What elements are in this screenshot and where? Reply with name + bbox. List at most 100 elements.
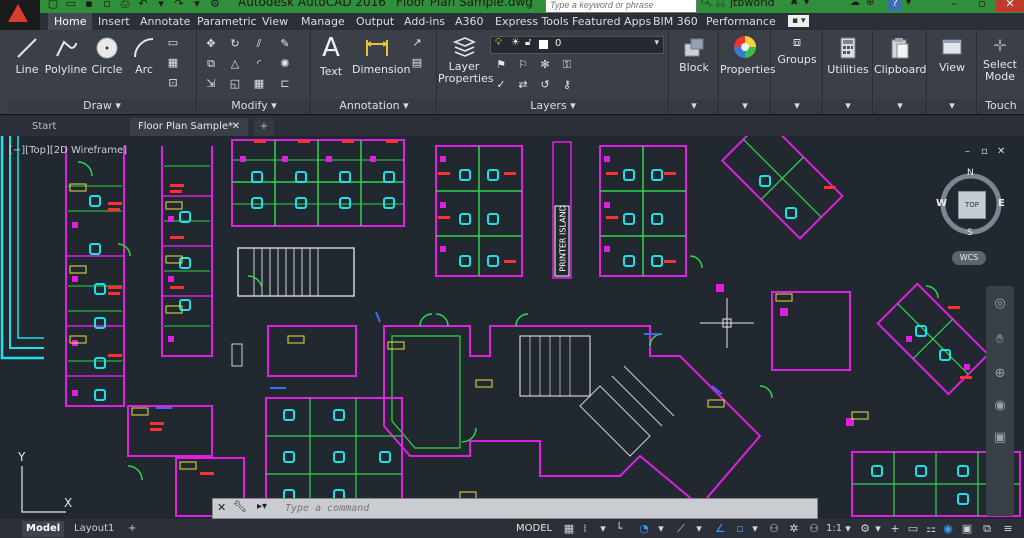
quick-properties-icon[interactable]: ⚏ (924, 521, 938, 537)
offset-icon[interactable]: ⊏ (278, 77, 292, 91)
workspace-icon[interactable]: ⚙ (208, 0, 222, 11)
osnap-dropdown-icon[interactable]: ▾ (748, 521, 762, 537)
minimize-button[interactable]: – (940, 0, 968, 12)
isolate-objects-icon[interactable]: ◉ (940, 521, 956, 537)
utilities-tool[interactable]: Utilities (824, 36, 872, 76)
copy-icon[interactable]: ⧉ (204, 57, 218, 71)
trim-icon[interactable]: ⫽ (252, 37, 266, 51)
match-layer-icon[interactable]: ⇄ (516, 78, 530, 92)
viewcube-north[interactable]: N (967, 168, 974, 178)
rotate-icon[interactable]: ↻ (228, 37, 242, 51)
polar-tracking-icon[interactable]: ◔ (636, 521, 652, 537)
set-current-icon[interactable]: ✓ (494, 78, 508, 92)
viewport-restore-icon[interactable]: ▫ (981, 146, 988, 157)
select-mode-tool[interactable]: ✛ Select Mode (978, 36, 1022, 83)
object-snap-tracking-icon[interactable]: ∠ (712, 521, 728, 537)
workspace-dropdown-icon[interactable]: ▾ (872, 521, 884, 537)
command-input[interactable] (283, 501, 807, 516)
model-space-button[interactable]: MODEL (516, 521, 552, 537)
isodraft-icon[interactable]: ⟋ (674, 521, 688, 537)
utilities-panel-arrow-icon[interactable]: ▾ (824, 99, 872, 113)
search-input[interactable] (546, 0, 694, 11)
annotation-autoscale-icon[interactable]: ✲ (786, 521, 802, 537)
groups-tool[interactable]: ⧈ Groups (772, 36, 822, 67)
orbit-icon[interactable]: ◉ (986, 398, 1014, 413)
move-icon[interactable]: ✥ (204, 37, 218, 51)
help-button[interactable]: ? (888, 0, 902, 11)
layer-properties-tool[interactable]: Layer Properties (438, 36, 494, 85)
new-file-icon[interactable]: ▢ (46, 0, 60, 11)
viewcube-west[interactable]: W (936, 198, 947, 209)
annotation-monitor-icon[interactable]: + (888, 521, 902, 537)
snap-dropdown-icon[interactable]: ▾ (596, 521, 610, 537)
units-icon[interactable]: ▭ (906, 521, 920, 537)
new-layout-button[interactable]: + (128, 521, 136, 537)
zoom-extents-icon[interactable]: ⊕ (986, 366, 1014, 381)
tab-add-ins[interactable]: Add-ins (404, 13, 445, 30)
viewcube-east[interactable]: E (998, 198, 1005, 209)
groups-panel-arrow-icon[interactable]: ▾ (772, 99, 822, 113)
clipboard-tool[interactable]: Clipboard (874, 36, 927, 76)
clipboard-panel-arrow-icon[interactable]: ▾ (874, 99, 926, 113)
erase-icon[interactable]: ✎ (278, 37, 292, 51)
block-panel-arrow-icon[interactable]: ▾ (670, 99, 718, 113)
viewcube-south[interactable]: S (967, 228, 973, 238)
viewport-controls-label[interactable]: [−][Top][2D Wireframe] (9, 145, 127, 156)
view-tool[interactable]: View (928, 36, 976, 74)
open-file-icon[interactable]: ▭ (64, 0, 78, 11)
viewport-close-icon[interactable]: ✕ (997, 146, 1005, 157)
wcs-menu[interactable]: WCS (952, 251, 986, 265)
viewport-minimize-icon[interactable]: – (965, 146, 970, 157)
save-icon[interactable]: ▪ (82, 0, 96, 11)
tab-bim360[interactable]: BIM 360 (653, 13, 698, 30)
annotation-scale-icon[interactable]: ⚇ (806, 521, 822, 537)
layers-panel-label[interactable]: Layers ▾ (438, 99, 668, 113)
user-icon[interactable]: 👤︎ (714, 0, 727, 8)
layer-isolate-icon[interactable]: ⚐ (516, 58, 530, 72)
annotation-panel-label[interactable]: Annotation ▾ (312, 99, 436, 113)
ribbon-minimize-toggle[interactable]: ▪ ▾ (788, 15, 810, 27)
new-tab-button[interactable]: + (254, 118, 274, 136)
layer-freeze-icon[interactable]: ✻ (538, 58, 552, 72)
tab-express-tools[interactable]: Express Tools (495, 13, 569, 30)
text-tool[interactable]: A Text (316, 34, 346, 78)
scale-dropdown-icon[interactable]: ▾ (842, 521, 854, 537)
layer-lock-icon[interactable]: ⚿ (560, 58, 574, 72)
close-tab-icon[interactable]: ✕ (232, 118, 240, 136)
maximize-button[interactable]: ▫ (968, 0, 996, 12)
isodraft-dropdown-icon[interactable]: ▾ (692, 521, 706, 537)
annotation-scale-value[interactable]: 1:1 (826, 521, 842, 537)
pan-icon[interactable]: ✋︎ (986, 332, 1014, 347)
fillet-icon[interactable]: ◜ (252, 57, 266, 71)
tab-manage[interactable]: Manage (301, 13, 345, 30)
layer-previous-icon[interactable]: ↺ (538, 78, 552, 92)
annotation-visibility-icon[interactable]: ⚇ (766, 521, 782, 537)
close-button[interactable]: ✕ (996, 0, 1024, 12)
user-name[interactable]: jtbworld (730, 0, 775, 9)
viewcube-top-face[interactable]: TOP (958, 191, 986, 219)
tab-insert[interactable]: Insert (98, 13, 130, 30)
stay-connected-icon[interactable]: ⊕ (866, 0, 874, 8)
leader-icon[interactable]: ↗ (410, 36, 424, 50)
exchange-icon[interactable]: ✖ (790, 0, 798, 8)
hardware-acceleration-icon[interactable]: ▣ (960, 521, 974, 537)
tab-model[interactable]: Model (22, 521, 65, 537)
polyline-tool[interactable]: Polyline (44, 36, 88, 76)
line-tool[interactable]: Line (10, 36, 44, 76)
arc-tool[interactable]: Arc (130, 36, 158, 76)
customization-icon[interactable]: ≡ (1000, 521, 1016, 537)
stretch-icon[interactable]: ⇲ (204, 77, 218, 91)
tab-view[interactable]: View (262, 13, 288, 30)
redo-dropdown-icon[interactable]: ▾ (190, 0, 204, 11)
array-icon[interactable]: ▦ (252, 77, 266, 91)
boundary-icon[interactable]: ⊡ (166, 76, 180, 90)
grid-icon[interactable]: ▦ (562, 521, 576, 537)
mirror-icon[interactable]: △ (228, 57, 242, 71)
rectangle-icon[interactable]: ▭ (166, 36, 180, 50)
drawing-canvas[interactable]: [−][Top][2D Wireframe] PRINTER ISLAND Y … (0, 136, 1024, 519)
exchange-dropdown-icon[interactable]: ▾ (804, 0, 809, 8)
help-dropdown-icon[interactable]: ▾ (906, 0, 911, 8)
properties-tool[interactable]: Properties (720, 34, 776, 76)
workspace-switch-icon[interactable]: ⚙ (858, 521, 872, 537)
clean-screen-icon[interactable]: ⧉ (980, 521, 994, 537)
